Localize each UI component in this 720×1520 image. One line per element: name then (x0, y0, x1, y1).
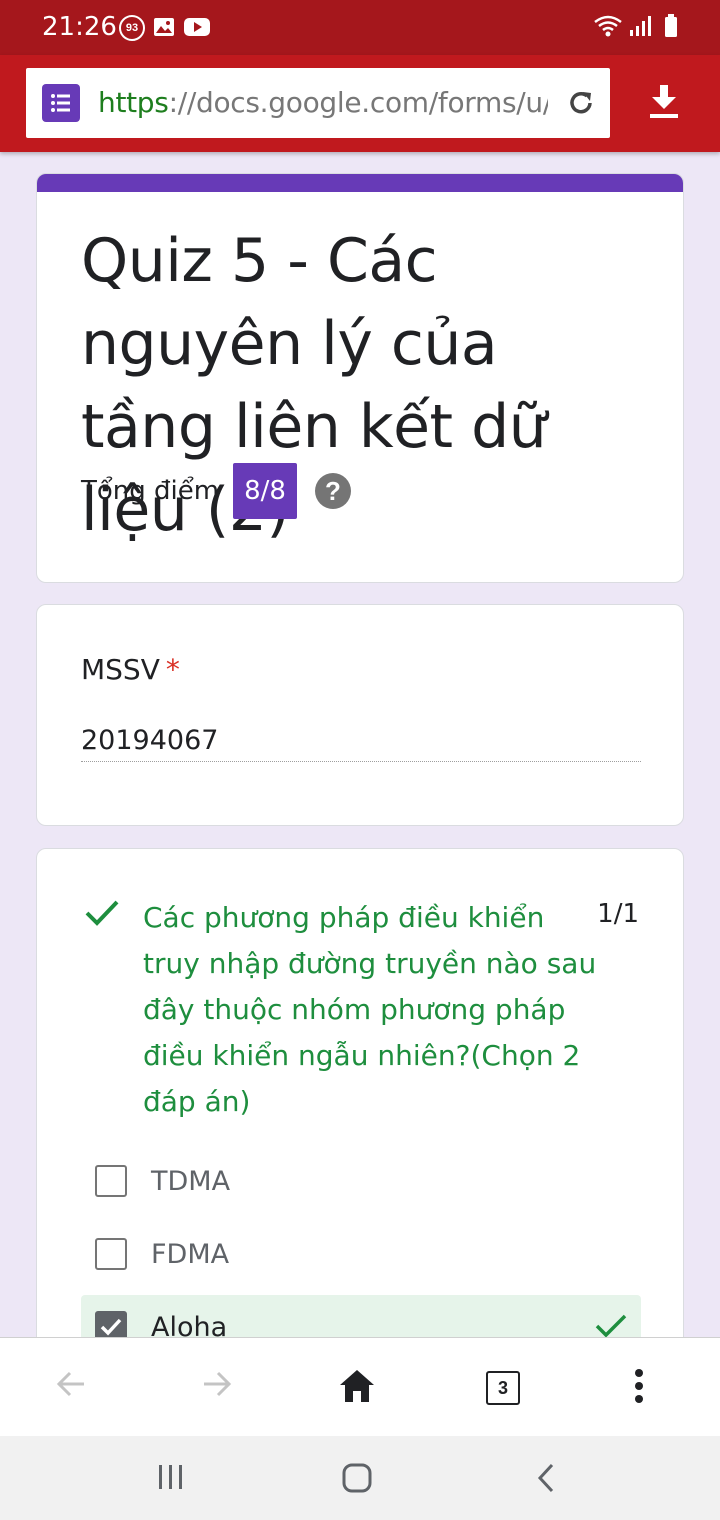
checkbox-unchecked[interactable] (95, 1165, 127, 1197)
option-label: TDMA (151, 1166, 231, 1197)
back-icon[interactable] (55, 1368, 87, 1405)
reload-icon[interactable] (566, 88, 596, 123)
url-text[interactable]: https://docs.google.com/forms/u/0/ (98, 86, 548, 119)
question-score: 1/1 (597, 899, 639, 929)
home-icon[interactable] (339, 1369, 375, 1408)
tabs-icon[interactable]: 3 (486, 1371, 520, 1405)
mssv-card: MSSV * 20194067 (36, 604, 684, 826)
status-bar: 21:26 93 (0, 0, 720, 55)
question-card: Các phương pháp điều khiển truy nhập đườ… (36, 848, 684, 1408)
question-text: Các phương pháp điều khiển truy nhập đườ… (143, 901, 597, 1118)
status-time: 21:26 (42, 12, 117, 42)
url-bar[interactable]: https://docs.google.com/forms/u/0/ (26, 68, 610, 138)
recent-apps-icon[interactable] (157, 1464, 185, 1495)
mssv-answer: 20194067 (81, 725, 219, 756)
option-label: FDMA (151, 1239, 230, 1270)
back-button-icon[interactable] (536, 1463, 556, 1498)
battery-icon (664, 14, 678, 43)
gallery-icon (153, 17, 175, 42)
wifi-icon (593, 14, 623, 43)
google-forms-icon (42, 84, 80, 122)
forward-icon[interactable] (201, 1368, 233, 1405)
option-tdma[interactable]: TDMA (81, 1149, 641, 1217)
youtube-icon (184, 17, 210, 42)
mssv-label: MSSV * (81, 653, 180, 686)
notification-count-icon: 93 (119, 15, 145, 41)
total-score-row: Tổng điểm 8/8 ? (81, 463, 351, 519)
answer-underline (81, 761, 641, 762)
score-badge: 8/8 (233, 463, 297, 519)
help-icon[interactable]: ? (314, 473, 351, 509)
menu-icon[interactable] (634, 1368, 644, 1409)
home-button-icon[interactable] (342, 1463, 372, 1498)
form-accent-bar (37, 174, 683, 192)
form-header-card: Quiz 5 - Các nguyên lý của tầng liên kết… (36, 173, 684, 583)
signal-icon (629, 14, 651, 43)
score-label: Tổng điểm (81, 476, 220, 506)
download-icon[interactable] (648, 85, 680, 124)
required-mark: * (165, 653, 180, 686)
correct-check-icon (85, 899, 119, 932)
browser-bottom-nav: 3 (0, 1337, 720, 1437)
option-fdma[interactable]: FDMA (81, 1222, 641, 1290)
system-nav-bar (0, 1436, 720, 1520)
browser-toolbar: https://docs.google.com/forms/u/0/ (0, 55, 720, 152)
checkbox-unchecked[interactable] (95, 1238, 127, 1270)
